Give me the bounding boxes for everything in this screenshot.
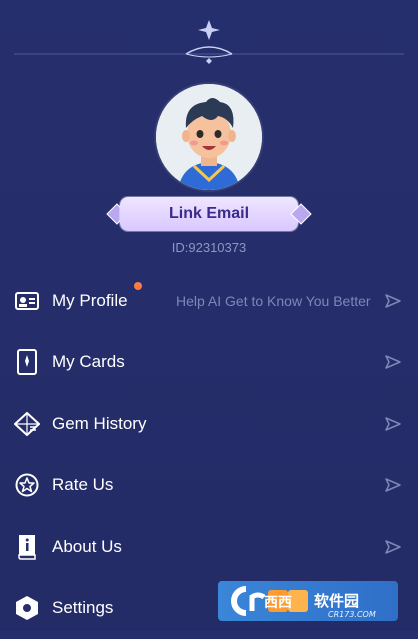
send-arrow-icon: [385, 355, 401, 369]
menu-item-label: My Profile: [52, 291, 128, 311]
info-book-icon: [14, 534, 40, 560]
send-arrow-icon: [385, 294, 401, 308]
send-arrow-icon: [385, 540, 401, 554]
site-watermark: 西西 软件园 CR173.COM: [218, 581, 398, 621]
menu-item-label: About Us: [52, 537, 122, 557]
profile-drawer: Link Email ID:92310373 My Profile Help A…: [0, 0, 418, 631]
notification-dot: [134, 282, 142, 290]
watermark-url: CR173.COM: [328, 610, 376, 619]
menu-item-rate-us[interactable]: Rate Us: [0, 455, 418, 517]
diamond-ornament-icon: [290, 203, 312, 225]
svg-text:软件园: 软件园: [314, 592, 359, 610]
user-id: ID:92310373: [0, 240, 418, 255]
tarot-card-icon: [14, 349, 40, 375]
id-card-icon: [14, 288, 40, 314]
watermark-char: 西西: [264, 595, 292, 611]
menu-item-hint: Help AI Get to Know You Better: [176, 293, 371, 309]
link-email-button[interactable]: Link Email: [106, 196, 312, 234]
menu-item-label: My Cards: [52, 352, 125, 372]
link-email-label: Link Email: [120, 197, 298, 231]
hexagon-gear-icon: [14, 595, 40, 621]
avatar-illustration: [156, 84, 262, 190]
menu-item-my-cards[interactable]: My Cards: [0, 332, 418, 394]
gem-icon: [14, 411, 40, 437]
menu-item-label: Settings: [52, 598, 113, 618]
send-arrow-icon: [385, 417, 401, 431]
send-arrow-icon: [385, 478, 401, 492]
star-badge-icon: [14, 472, 40, 498]
decorative-ornament: [0, 14, 418, 66]
menu-item-label: Rate Us: [52, 475, 113, 495]
watermark-logo: 西西 软件园 CR173.COM: [218, 581, 398, 621]
menu-item-gem-history[interactable]: Gem History: [0, 393, 418, 455]
menu-item-about-us[interactable]: About Us: [0, 516, 418, 578]
menu-item-my-profile[interactable]: My Profile Help AI Get to Know You Bette…: [0, 270, 418, 332]
menu-item-label: Gem History: [52, 414, 146, 434]
avatar[interactable]: [156, 84, 262, 190]
